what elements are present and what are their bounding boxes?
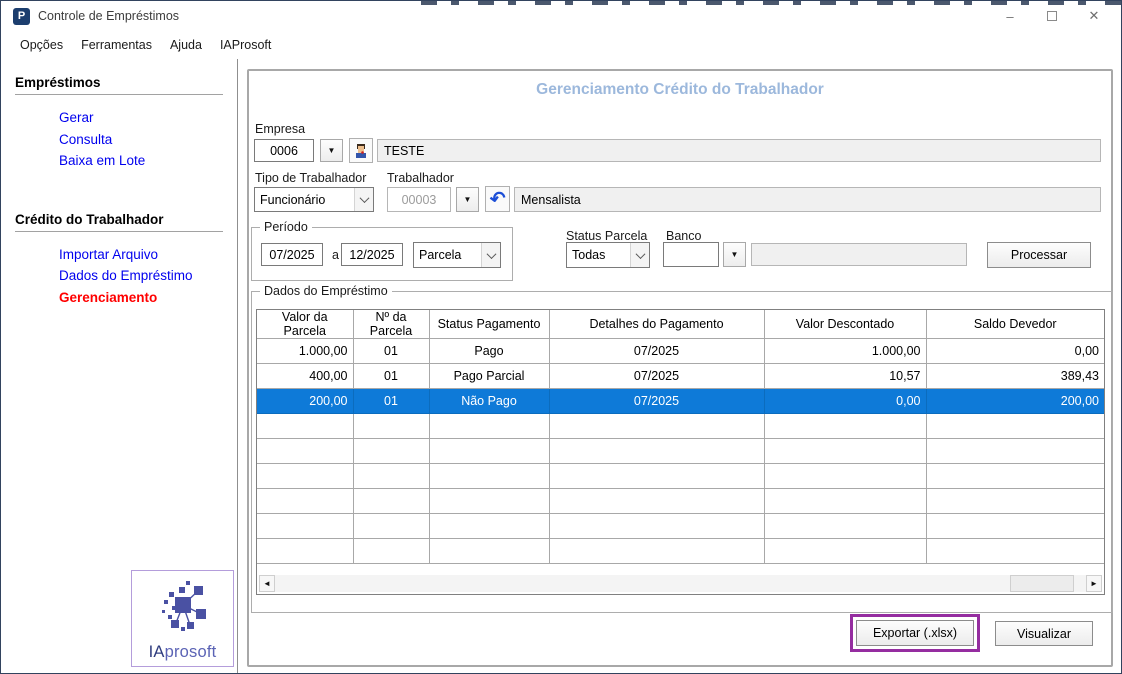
periodo-mode-combo[interactable]: Parcela bbox=[413, 242, 501, 268]
title-bar: P Controle de Empréstimos – ✕ bbox=[1, 1, 1121, 31]
scroll-left-icon: ◄ bbox=[263, 579, 271, 588]
sidebar-section-credito: Crédito do Trabalhador bbox=[15, 212, 223, 227]
sidebar-item-baixa-em-lote[interactable]: Baixa em Lote bbox=[59, 150, 237, 172]
sidebar-item-gerenciamento[interactable]: Gerenciamento bbox=[59, 287, 237, 309]
page-title: Gerenciamento Crédito do Trabalhador bbox=[249, 81, 1111, 99]
status-parcela-label: Status Parcela bbox=[566, 229, 647, 243]
banco-input[interactable] bbox=[663, 242, 719, 267]
trabalhador-name-field: Mensalista bbox=[514, 187, 1101, 212]
undo-icon: ↶ bbox=[488, 188, 506, 209]
dropdown-arrow-icon: ▼ bbox=[328, 146, 336, 155]
minimize-button[interactable]: – bbox=[989, 2, 1031, 30]
logo-text: IAprosoft bbox=[149, 643, 217, 662]
exportar-xlsx-button[interactable]: Exportar (.xlsx) bbox=[856, 620, 974, 646]
col-saldo-devedor: Saldo Devedor bbox=[926, 310, 1104, 339]
trabalhador-reset-button[interactable]: ↶ bbox=[485, 186, 510, 212]
menu-opcoes[interactable]: Opções bbox=[11, 33, 72, 57]
dropdown-arrow-icon: ▼ bbox=[731, 250, 739, 259]
menu-ajuda[interactable]: Ajuda bbox=[161, 33, 211, 57]
table-row-empty bbox=[257, 539, 1104, 564]
close-button[interactable]: ✕ bbox=[1073, 2, 1115, 30]
periodo-legend: Período bbox=[260, 220, 312, 234]
dropdown-arrow-icon: ▼ bbox=[464, 195, 472, 204]
sidebar: Empréstimos Gerar Consulta Baixa em Lote… bbox=[1, 59, 238, 673]
sidebar-item-dados-do-emprestimo[interactable]: Dados do Empréstimo bbox=[59, 265, 237, 287]
tipo-trabalhador-combo[interactable]: Funcionário bbox=[254, 187, 374, 212]
main-panel: Gerenciamento Crédito do Trabalhador Emp… bbox=[247, 69, 1113, 667]
menu-bar: Opções Ferramentas Ajuda IAProsoft bbox=[3, 31, 280, 59]
trabalhador-label: Trabalhador bbox=[387, 171, 454, 185]
sidebar-item-consulta[interactable]: Consulta bbox=[59, 129, 237, 151]
iaprosoft-logo: IAprosoft bbox=[131, 570, 234, 667]
divider bbox=[15, 231, 223, 232]
empresa-label: Empresa bbox=[255, 122, 305, 136]
table-row-empty bbox=[257, 489, 1104, 514]
col-numero-parcela: Nº da Parcela bbox=[353, 310, 429, 339]
tipo-trabalhador-label: Tipo de Trabalhador bbox=[255, 171, 366, 185]
periodo-connector-label: a bbox=[332, 248, 339, 262]
visualizar-button[interactable]: Visualizar bbox=[995, 621, 1093, 646]
app-icon: P bbox=[13, 8, 30, 25]
person-icon bbox=[353, 143, 369, 159]
empresa-code-input[interactable] bbox=[254, 139, 314, 162]
scrollbar-thumb[interactable] bbox=[1010, 575, 1074, 592]
app-window: P Controle de Empréstimos – ✕ Opções Fer… bbox=[0, 0, 1122, 674]
chevron-down-icon bbox=[354, 188, 373, 211]
close-icon: ✕ bbox=[1089, 8, 1100, 24]
table-row-empty bbox=[257, 464, 1104, 489]
divider bbox=[15, 94, 223, 95]
table-row-empty bbox=[257, 439, 1104, 464]
periodo-from-input[interactable] bbox=[261, 243, 323, 266]
emprestimo-table: Valor da Parcela Nº da Parcela Status Pa… bbox=[257, 310, 1104, 564]
logo-network-icon bbox=[156, 579, 210, 633]
col-valor-descontado: Valor Descontado bbox=[764, 310, 926, 339]
chevron-down-icon bbox=[630, 243, 649, 267]
menu-iaprosoft[interactable]: IAProsoft bbox=[211, 33, 280, 57]
trabalhador-dropdown-button[interactable]: ▼ bbox=[456, 187, 479, 212]
emprestimo-grid: Valor da Parcela Nº da Parcela Status Pa… bbox=[256, 309, 1105, 595]
table-header-row: Valor da Parcela Nº da Parcela Status Pa… bbox=[257, 310, 1104, 339]
col-status-pagamento: Status Pagamento bbox=[429, 310, 549, 339]
empresa-dropdown-button[interactable]: ▼ bbox=[320, 139, 343, 162]
sidebar-section-emprestimos: Empréstimos bbox=[15, 75, 223, 90]
empresa-search-button[interactable] bbox=[349, 138, 373, 163]
banco-dropdown-button[interactable]: ▼ bbox=[723, 242, 746, 267]
window-controls: – ✕ bbox=[989, 1, 1115, 31]
banco-label: Banco bbox=[666, 229, 701, 243]
empresa-name-field: TESTE bbox=[377, 139, 1101, 162]
scroll-left-button[interactable]: ◄ bbox=[259, 575, 275, 592]
table-row-selected[interactable]: 200,00 01 Não Pago 07/2025 0,00 200,00 bbox=[257, 389, 1104, 414]
table-row-empty bbox=[257, 514, 1104, 539]
window-title: Controle de Empréstimos bbox=[38, 9, 179, 23]
sidebar-item-importar-arquivo[interactable]: Importar Arquivo bbox=[59, 244, 237, 266]
processar-button[interactable]: Processar bbox=[987, 242, 1091, 268]
periodo-to-input[interactable] bbox=[341, 243, 403, 266]
table-row[interactable]: 1.000,00 01 Pago 07/2025 1.000,00 0,00 bbox=[257, 339, 1104, 364]
banco-name-field bbox=[751, 243, 967, 266]
status-parcela-combo[interactable]: Todas bbox=[566, 242, 650, 268]
sidebar-item-gerar[interactable]: Gerar bbox=[59, 107, 237, 129]
chevron-down-icon bbox=[481, 243, 500, 267]
horizontal-scrollbar[interactable]: ◄ ► bbox=[259, 575, 1102, 592]
col-detalhes-pagamento: Detalhes do Pagamento bbox=[549, 310, 764, 339]
trabalhador-code-input[interactable] bbox=[387, 187, 451, 212]
dados-legend: Dados do Empréstimo bbox=[260, 284, 392, 298]
col-valor-parcela: Valor da Parcela bbox=[257, 310, 353, 339]
table-row[interactable]: 400,00 01 Pago Parcial 07/2025 10,57 389… bbox=[257, 364, 1104, 389]
maximize-button[interactable] bbox=[1031, 2, 1073, 30]
menu-ferramentas[interactable]: Ferramentas bbox=[72, 33, 161, 57]
scroll-right-button[interactable]: ► bbox=[1086, 575, 1102, 592]
minimize-icon: – bbox=[1006, 9, 1013, 24]
maximize-icon bbox=[1047, 11, 1057, 21]
scroll-right-icon: ► bbox=[1090, 579, 1098, 588]
table-row-empty bbox=[257, 414, 1104, 439]
